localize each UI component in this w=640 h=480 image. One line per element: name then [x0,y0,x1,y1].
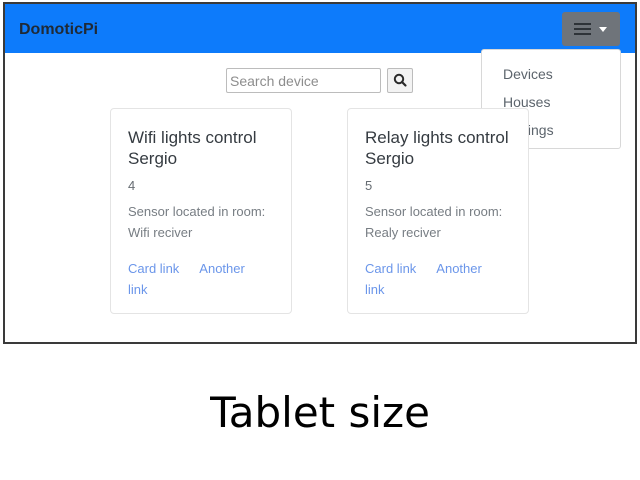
card-link[interactable]: Card link [365,261,416,276]
hamburger-icon [574,23,591,35]
search-icon [393,73,407,87]
card-description: Sensor located in room: Realy reciver [365,204,503,240]
search-button[interactable] [387,68,413,93]
device-card: Relay lights control Sergio 5 Sensor loc… [347,108,529,314]
search-input[interactable] [226,68,381,93]
brand-logo[interactable]: DomoticPi [19,21,98,39]
card-device-number: 4 [128,178,136,193]
card-description: Sensor located in room: Wifi reciver [128,204,266,240]
card-link[interactable]: Card link [128,261,179,276]
card-device-number: 5 [365,178,373,193]
card-links: Card link Another link [128,258,286,300]
menu-item-devices[interactable]: Devices [503,66,553,82]
navbar-toggler-button[interactable] [562,12,620,46]
device-card: Wifi lights control Sergio 4 Sensor loca… [110,108,292,314]
caption-text: Tablet size [210,388,430,437]
navbar: DomoticPi [5,4,635,53]
caret-down-icon [599,27,607,32]
card-links: Card link Another link [365,258,523,300]
app-window: DomoticPi Devices Houses Settings Wifi l… [3,2,637,344]
card-title: Wifi lights control Sergio [128,128,257,168]
card-title: Relay lights control Sergio [365,128,509,168]
